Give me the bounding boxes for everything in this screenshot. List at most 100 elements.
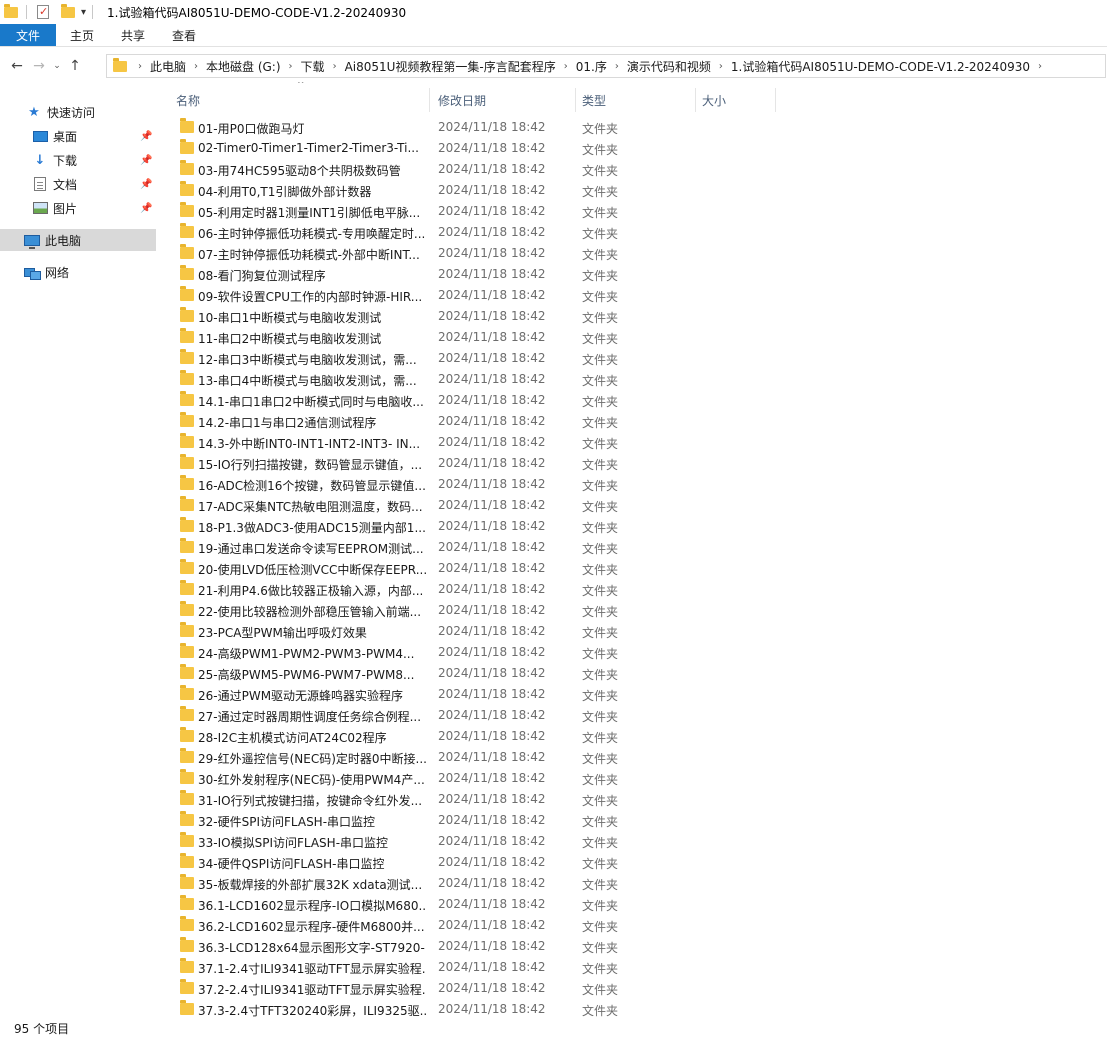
file-row[interactable]: 30-红外发射程序(NEC码)-使用PWM4产... 2024/11/18 18:… <box>158 768 1107 789</box>
file-row[interactable]: 36.2-LCD1602显示程序-硬件M6800并... 2024/11/18 1… <box>158 915 1107 936</box>
sidebar-item-network[interactable]: 网络 <box>0 261 156 283</box>
breadcrumb[interactable]: 本地磁盘 (G:) <box>203 58 284 75</box>
file-row[interactable]: 08-看门狗复位测试程序 2024/11/18 18:42 文件夹 <box>158 264 1107 285</box>
file-name: 01-用P0口做跑马灯 <box>198 122 305 136</box>
sidebar-item-desktop[interactable]: 桌面 📌 <box>0 125 156 147</box>
file-row[interactable]: 34-硬件QSPI访问FLASH-串口监控 2024/11/18 18:42 文件夹 <box>158 852 1107 873</box>
column-header-size[interactable]: 大小 <box>696 88 776 112</box>
tab-share[interactable]: 共享 <box>109 24 160 46</box>
file-type: 文件夹 <box>582 290 619 304</box>
file-row[interactable]: 35-板载焊接的外部扩展32K xdata测试... 2024/11/18 18:… <box>158 873 1107 894</box>
customize-toolbar-icon[interactable]: ▾ <box>81 7 86 18</box>
file-row[interactable]: 04-利用T0,T1引脚做外部计数器 2024/11/18 18:42 文件夹 <box>158 180 1107 201</box>
breadcrumb[interactable]: 1.试验箱代码AI8051U-DEMO-CODE-V1.2-20240930 <box>728 58 1033 75</box>
file-row[interactable]: 15-IO行列扫描按键，数码管显示键值，... 2024/11/18 18:42 文… <box>158 453 1107 474</box>
file-row[interactable]: 37.2-2.4寸ILI9341驱动TFT显示屏实验程... 2024/11/18… <box>158 978 1107 999</box>
file-row[interactable]: 05-利用定时器1测量INT1引脚低电平脉... 2024/11/18 18:42… <box>158 201 1107 222</box>
tab-file[interactable]: 文件 <box>0 24 56 46</box>
pin-icon[interactable]: 📌 <box>140 155 152 166</box>
ribbon-tabs: 文件 主页 共享 查看 <box>0 24 1107 47</box>
document-icon <box>32 176 48 192</box>
sidebar-item-documents[interactable]: 文档 📌 <box>0 173 156 195</box>
file-name: 36.1-LCD1602显示程序-IO口模拟M680... <box>198 899 426 913</box>
sidebar-item-quick-access[interactable]: ★ 快速访问 <box>0 101 156 123</box>
file-row[interactable]: 14.2-串口1与串口2通信测试程序 2024/11/18 18:42 文件夹 <box>158 411 1107 432</box>
file-row[interactable]: 27-通过定时器周期性调度任务综合例程... 2024/11/18 18:42 文件… <box>158 705 1107 726</box>
file-row[interactable]: 03-用74HC595驱动8个共阴极数码管 2024/11/18 18:42 文件夹 <box>158 159 1107 180</box>
file-row[interactable]: 06-主时钟停振低功耗模式-专用唤醒定时... 2024/11/18 18:42 文… <box>158 222 1107 243</box>
properties-icon[interactable] <box>37 4 53 20</box>
pin-icon[interactable]: 📌 <box>140 179 152 190</box>
tab-home[interactable]: 主页 <box>56 24 109 46</box>
file-row[interactable]: 10-串口1中断模式与电脑收发测试 2024/11/18 18:42 文件夹 <box>158 306 1107 327</box>
file-row[interactable]: 23-PCA型PWM输出呼吸灯效果 2024/11/18 18:42 文件夹 <box>158 621 1107 642</box>
file-name: 27-通过定时器周期性调度任务综合例程... <box>198 710 422 724</box>
file-row[interactable]: 18-P1.3做ADC3-使用ADC15测量内部1.... 2024/11/18 … <box>158 516 1107 537</box>
file-row[interactable]: 33-IO模拟SPI访问FLASH-串口监控 2024/11/18 18:42 文件… <box>158 831 1107 852</box>
sidebar-item-downloads[interactable]: ↓ 下载 📌 <box>0 149 156 171</box>
recent-locations-icon[interactable]: ⌄ <box>50 55 64 77</box>
file-row[interactable]: 25-高级PWM5-PWM6-PWM7-PWM8... 2024/11/18 18… <box>158 663 1107 684</box>
tab-view[interactable]: 查看 <box>160 24 211 46</box>
file-row[interactable]: 37.1-2.4寸ILI9341驱动TFT显示屏实验程... 2024/11/18… <box>158 957 1107 978</box>
file-row[interactable]: 12-串口3中断模式与电脑收发测试，需... 2024/11/18 18:42 文件… <box>158 348 1107 369</box>
column-header-name[interactable]: 名称 <box>158 88 430 112</box>
column-header-date[interactable]: 修改日期 <box>430 88 576 112</box>
breadcrumb[interactable]: Ai8051U视频教程第一集-序言配套程序 <box>342 58 559 75</box>
folder-icon <box>180 1000 194 1015</box>
file-row[interactable]: 37.3-2.4寸TFT320240彩屏，ILI9325驱... 2024/11/… <box>158 999 1107 1017</box>
folder-icon <box>180 727 194 742</box>
back-arrow-icon[interactable]: ← <box>6 55 28 77</box>
file-row[interactable]: 11-串口2中断模式与电脑收发测试 2024/11/18 18:42 文件夹 <box>158 327 1107 348</box>
breadcrumb[interactable]: 01.序 <box>573 58 610 75</box>
file-row[interactable]: 19-通过串口发送命令读写EEPROM测试... 2024/11/18 18:42… <box>158 537 1107 558</box>
file-row[interactable]: 22-使用比较器检测外部稳压管输入前端... 2024/11/18 18:42 文件… <box>158 600 1107 621</box>
sidebar-item-label: 此电脑 <box>45 233 82 248</box>
file-row[interactable]: 14.1-串口1串口2中断模式同时与电脑收... 2024/11/18 18:42… <box>158 390 1107 411</box>
file-name: 09-软件设置CPU工作的内部时钟源-HIR... <box>198 290 423 304</box>
breadcrumb[interactable]: 此电脑 <box>147 58 189 75</box>
chevron-right-icon[interactable]: › <box>559 61 573 72</box>
file-row[interactable]: 21-利用P4.6做比较器正极输入源，内部... 2024/11/18 18:42… <box>158 579 1107 600</box>
file-row[interactable]: 31-IO行列式按键扫描，按键命令红外发... 2024/11/18 18:42 文… <box>158 789 1107 810</box>
file-row[interactable]: 29-红外遥控信号(NEC码)定时器0中断接... 2024/11/18 18:4… <box>158 747 1107 768</box>
breadcrumb[interactable]: 下载 <box>298 58 328 75</box>
sidebar-item-this-pc[interactable]: 此电脑 <box>0 229 156 251</box>
file-name: 36.2-LCD1602显示程序-硬件M6800并... <box>198 920 425 934</box>
file-row[interactable]: 01-用P0口做跑马灯 2024/11/18 18:42 文件夹 <box>158 117 1107 138</box>
sidebar-item-pictures[interactable]: 图片 📌 <box>0 197 156 219</box>
file-row[interactable]: 32-硬件SPI访问FLASH-串口监控 2024/11/18 18:42 文件夹 <box>158 810 1107 831</box>
file-row[interactable]: 09-软件设置CPU工作的内部时钟源-HIR... 2024/11/18 18:4… <box>158 285 1107 306</box>
file-row[interactable]: 07-主时钟停振低功耗模式-外部中断INT... 2024/11/18 18:42… <box>158 243 1107 264</box>
new-folder-icon[interactable] <box>61 4 77 20</box>
chevron-right-icon[interactable]: › <box>284 61 298 72</box>
up-arrow-icon[interactable]: ↑ <box>64 55 86 77</box>
file-name: 29-红外遥控信号(NEC码)定时器0中断接... <box>198 752 426 766</box>
chevron-right-icon[interactable]: › <box>328 61 342 72</box>
chevron-right-icon[interactable]: › <box>189 61 203 72</box>
file-type: 文件夹 <box>582 647 619 661</box>
file-row[interactable]: 02-Timer0-Timer1-Timer2-Timer3-Ti... 2024… <box>158 138 1107 159</box>
pin-icon[interactable]: 📌 <box>140 131 152 142</box>
file-row[interactable]: 14.3-外中断INT0-INT1-INT2-INT3- IN... 2024/1… <box>158 432 1107 453</box>
breadcrumb[interactable]: 演示代码和视频 <box>624 58 714 75</box>
file-row[interactable]: 16-ADC检测16个按键，数码管显示键值... 2024/11/18 18:42… <box>158 474 1107 495</box>
forward-arrow-icon[interactable]: → <box>28 55 50 77</box>
address-bar[interactable]: › 此电脑 › 本地磁盘 (G:) › 下载 › Ai8051U视频教程第一集-… <box>106 54 1106 78</box>
chevron-right-icon[interactable]: › <box>610 61 624 72</box>
file-modified-date: 2024/11/18 18:42 <box>438 645 546 659</box>
pin-icon[interactable]: 📌 <box>140 203 152 214</box>
file-row[interactable]: 13-串口4中断模式与电脑收发测试，需... 2024/11/18 18:42 文件… <box>158 369 1107 390</box>
file-row[interactable]: 24-高级PWM1-PWM2-PWM3-PWM4... 2024/11/18 18… <box>158 642 1107 663</box>
chevron-right-icon[interactable]: › <box>1033 61 1047 72</box>
chevron-right-icon[interactable]: › <box>133 61 147 72</box>
file-row[interactable]: 26-通过PWM驱动无源蜂鸣器实验程序 2024/11/18 18:42 文件夹 <box>158 684 1107 705</box>
file-row[interactable]: 36.3-LCD128x64显示图形文字-ST7920-... 2024/11/1… <box>158 936 1107 957</box>
file-modified-date: 2024/11/18 18:42 <box>438 267 546 281</box>
column-header-type[interactable]: 类型 <box>576 88 696 112</box>
file-row[interactable]: 28-I2C主机模式访问AT24C02程序 2024/11/18 18:42 文件夹 <box>158 726 1107 747</box>
chevron-right-icon[interactable]: › <box>714 61 728 72</box>
file-row[interactable]: 20-使用LVD低压检测VCC中断保存EEPR... 2024/11/18 18:… <box>158 558 1107 579</box>
file-row[interactable]: 36.1-LCD1602显示程序-IO口模拟M680... 2024/11/18 … <box>158 894 1107 915</box>
file-row[interactable]: 17-ADC采集NTC热敏电阻测温度，数码... 2024/11/18 18:42… <box>158 495 1107 516</box>
